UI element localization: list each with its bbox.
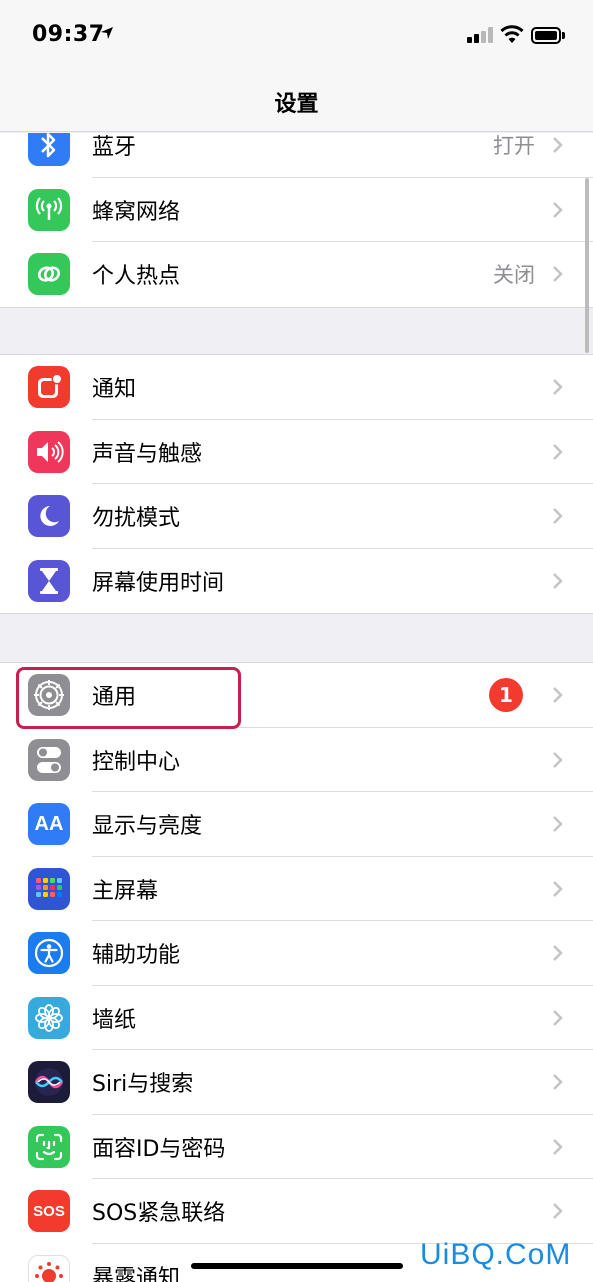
- settings-row-emergency-sos[interactable]: SOS SOS紧急联络: [0, 1179, 593, 1244]
- settings-row-label: Siri与搜索: [92, 1072, 194, 1098]
- location-arrow-icon: [101, 27, 113, 39]
- settings-row-do-not-disturb[interactable]: 勿扰模式: [0, 484, 593, 549]
- cellular-icon: [28, 188, 70, 231]
- settings-row-notifications[interactable]: 通知: [0, 355, 593, 420]
- settings-row-label: 屏幕使用时间: [92, 570, 225, 596]
- settings-row-label: 主屏幕: [92, 878, 159, 904]
- settings-row-label: 蜂窝网络: [92, 199, 181, 225]
- settings-row-label: 勿扰模式: [92, 506, 181, 532]
- settings-row-label: 面容ID与密码: [92, 1136, 226, 1162]
- do-not-disturb-icon: [28, 495, 70, 538]
- chevron-right-icon: [553, 751, 563, 768]
- control-center-icon: [28, 738, 70, 781]
- settings-row-hotspot[interactable]: 个人热点 关闭: [0, 242, 593, 307]
- home-screen-icon: [28, 867, 70, 910]
- settings-row-label: 墙纸: [92, 1007, 137, 1033]
- display-icon-text: AA: [34, 812, 64, 835]
- siri-icon: [28, 1061, 70, 1104]
- chevron-right-icon: [553, 945, 563, 962]
- battery-icon: [531, 27, 565, 44]
- display-icon: AA: [28, 803, 70, 846]
- sos-icon-text: SOS: [33, 1202, 65, 1220]
- settings-row-sounds[interactable]: 声音与触感: [0, 420, 593, 484]
- settings-row-value: 关闭: [493, 263, 535, 288]
- highlight-annotation: [16, 667, 241, 729]
- settings-row-siri[interactable]: Siri与搜索: [0, 1050, 593, 1115]
- chevron-right-icon: [553, 687, 563, 704]
- notifications-icon: [28, 366, 70, 409]
- chevron-right-icon: [553, 137, 563, 154]
- chevron-right-icon: [553, 1009, 563, 1026]
- settings-row-home-screen[interactable]: 主屏幕: [0, 857, 593, 921]
- settings-row-screen-time[interactable]: 屏幕使用时间: [0, 549, 593, 614]
- scrollbar[interactable]: [585, 178, 589, 353]
- chevron-right-icon: [553, 266, 563, 283]
- settings-group-notifications: 通知 声音与触感 勿扰模式 屏幕使用时间: [0, 354, 593, 614]
- page-title: 设置: [274, 92, 319, 117]
- sos-icon: SOS: [28, 1190, 70, 1233]
- settings-group-connectivity: 蓝牙 打开 蜂窝网络 个人热点 关闭: [0, 133, 593, 308]
- settings-row-wallpaper[interactable]: 墙纸: [0, 986, 593, 1050]
- face-id-icon: [28, 1125, 70, 1168]
- settings-row-bluetooth[interactable]: 蓝牙 打开: [0, 133, 593, 178]
- settings-row-label: 声音与触感: [92, 441, 203, 467]
- hotspot-icon: [28, 253, 70, 296]
- chevron-right-icon: [553, 1138, 563, 1155]
- chevron-right-icon: [553, 880, 563, 897]
- settings-row-accessibility[interactable]: 辅助功能: [0, 921, 593, 986]
- chevron-right-icon: [553, 201, 563, 218]
- update-badge: 1: [489, 678, 523, 713]
- chevron-right-icon: [553, 508, 563, 525]
- chevron-right-icon: [553, 443, 563, 460]
- chevron-right-icon: [553, 1074, 563, 1091]
- settings-row-label: 暴露通知: [92, 1265, 181, 1282]
- cellular-signal-icon: [467, 27, 495, 43]
- exposure-icon: [28, 1254, 70, 1282]
- chevron-right-icon: [553, 816, 563, 833]
- settings-row-label: 通知: [92, 377, 137, 403]
- settings-row-control-center[interactable]: 控制中心: [0, 728, 593, 792]
- settings-row-cellular[interactable]: 蜂窝网络: [0, 178, 593, 242]
- chevron-right-icon: [553, 379, 563, 396]
- bluetooth-icon: [28, 133, 70, 167]
- status-bar: 09:37: [0, 0, 593, 70]
- watermark: UiBQ.CoM: [420, 1238, 572, 1271]
- chevron-right-icon: [553, 572, 563, 589]
- settings-row-face-id[interactable]: 面容ID与密码: [0, 1115, 593, 1179]
- screen-time-icon: [28, 559, 70, 602]
- settings-row-label: 辅助功能: [92, 943, 181, 969]
- settings-row-label: 显示与亮度: [92, 814, 203, 840]
- status-time: 09:37: [32, 22, 105, 47]
- sounds-icon: [28, 430, 70, 473]
- settings-row-label: 蓝牙: [92, 135, 137, 161]
- settings-list[interactable]: 蓝牙 打开 蜂窝网络 个人热点 关闭 通知 声音与触感 勿扰模式 屏幕使用时间 …: [0, 133, 593, 1282]
- settings-row-label: 控制中心: [92, 749, 181, 775]
- wifi-icon: [500, 25, 524, 43]
- settings-row-label: 个人热点: [92, 264, 181, 290]
- settings-row-value: 打开: [493, 134, 535, 159]
- accessibility-icon: [28, 932, 70, 975]
- chevron-right-icon: [553, 1203, 563, 1220]
- nav-bar: 设置: [0, 70, 593, 132]
- settings-row-display[interactable]: AA 显示与亮度: [0, 792, 593, 857]
- home-indicator[interactable]: [191, 1263, 403, 1269]
- settings-group-general: 通用 1 控制中心 AA 显示与亮度 主屏幕 辅助功能 墙纸 Siri与搜索 面…: [0, 662, 593, 1282]
- settings-row-label: SOS紧急联络: [92, 1201, 226, 1227]
- wallpaper-icon: [28, 996, 70, 1039]
